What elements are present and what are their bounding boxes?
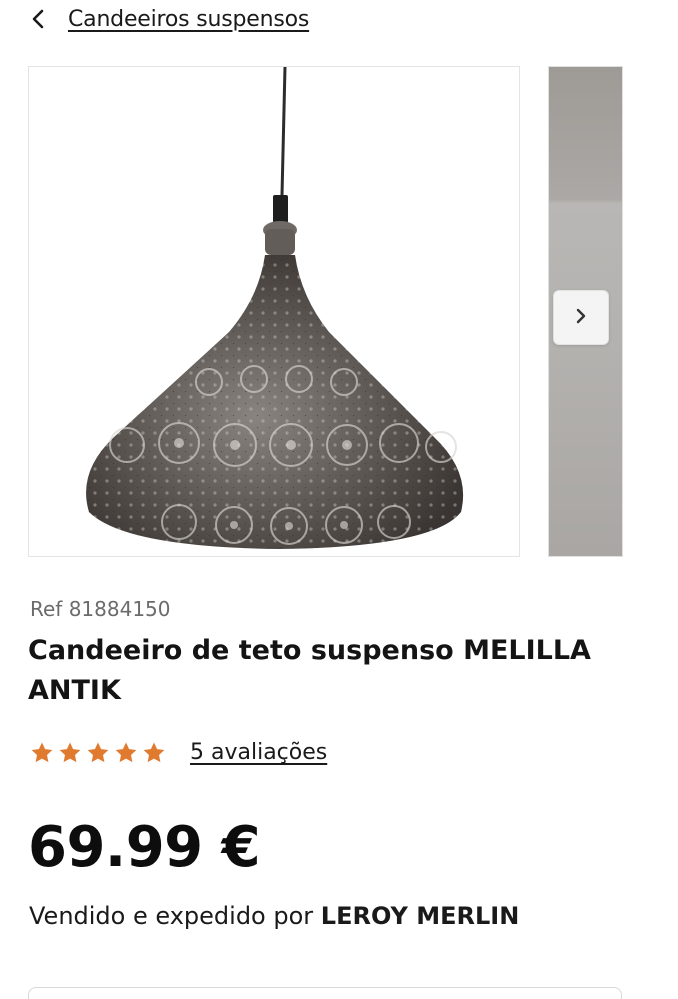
breadcrumb-link[interactable]: Candeeiros suspensos bbox=[68, 7, 309, 32]
product-price: 69.99 € bbox=[28, 815, 261, 880]
reviews-link[interactable]: 5 avaliações bbox=[190, 740, 327, 765]
star-icon bbox=[31, 742, 53, 762]
next-image-button[interactable] bbox=[553, 290, 609, 345]
seller-prefix: Vendido e expedido por bbox=[29, 902, 321, 930]
star-icon bbox=[115, 742, 137, 762]
seller-info: Vendido e expedido por LEROY MERLIN bbox=[29, 902, 519, 930]
chevron-right-icon bbox=[575, 307, 587, 329]
star-icon bbox=[143, 742, 165, 762]
chevron-left-icon[interactable] bbox=[30, 8, 46, 30]
product-title: Candeeiro de teto suspenso MELILLA ANTIK bbox=[28, 635, 591, 706]
star-icon bbox=[59, 742, 81, 762]
rating-stars bbox=[30, 741, 166, 765]
product-ref: Ref 81884150 bbox=[30, 597, 171, 621]
pendant-lamp-image bbox=[86, 67, 464, 549]
bottom-card[interactable] bbox=[28, 987, 622, 999]
seller-name: LEROY MERLIN bbox=[320, 902, 520, 930]
product-page: Candeeiros suspensos Ref 81884150 Candee… bbox=[0, 0, 678, 999]
star-icon bbox=[87, 742, 109, 762]
product-rating[interactable]: 5 avaliações bbox=[30, 740, 327, 765]
breadcrumb[interactable]: Candeeiros suspensos bbox=[30, 0, 309, 38]
product-image[interactable] bbox=[28, 66, 520, 557]
